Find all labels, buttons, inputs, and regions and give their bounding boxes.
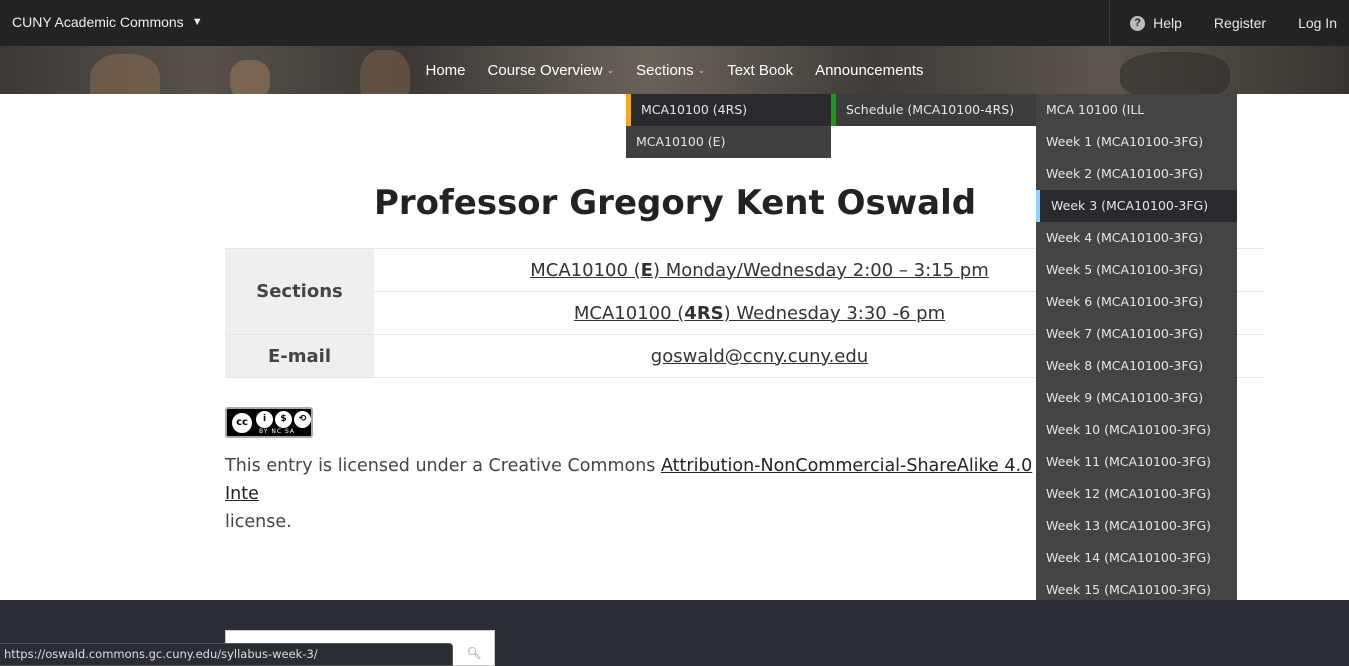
menu-item-mca10100-e[interactable]: MCA10100 (E): [626, 126, 831, 158]
cc-license-badge[interactable]: cc i $ ⟲ BY NC SA: [225, 407, 313, 438]
cc-icon: cc: [230, 410, 254, 435]
main-nav: Home Course Overview ⌄ Sections ⌄ Text Boo…: [0, 46, 1349, 94]
brand-menu[interactable]: CUNY Academic Commons ▼: [12, 14, 203, 30]
search-icon[interactable]: 🔍︎: [455, 640, 493, 666]
menu-item-week[interactable]: Week 10 (MCA10100-3FG): [1036, 414, 1237, 446]
menu-item-week[interactable]: Week 9 (MCA10100-3FG): [1036, 382, 1237, 414]
register-link[interactable]: Register: [1214, 15, 1266, 31]
email-link[interactable]: goswald@ccny.cuny.edu: [651, 346, 868, 367]
menu-item-week[interactable]: Week 11 (MCA10100-3FG): [1036, 446, 1237, 478]
menu-item-week[interactable]: Week 5 (MCA10100-3FG): [1036, 254, 1237, 286]
sections-submenu: Schedule (MCA10100-4RS): [831, 94, 1036, 126]
chevron-down-icon: ⌄: [697, 64, 706, 75]
menu-item-week[interactable]: Week 13 (MCA10100-3FG): [1036, 510, 1237, 542]
menu-item-week[interactable]: Week 4 (MCA10100-3FG): [1036, 222, 1237, 254]
chevron-down-icon: ⌄: [606, 64, 615, 75]
nav-home[interactable]: Home: [426, 62, 466, 79]
cc-badge-label: BY NC SA: [259, 428, 295, 435]
help-icon: ?: [1130, 15, 1146, 31]
sections-header: Sections: [225, 248, 374, 335]
nav-text-book[interactable]: Text Book: [727, 62, 793, 79]
admin-bar: CUNY Academic Commons ▼ ? Help Register …: [0, 0, 1349, 46]
sa-icon: ⟲: [294, 410, 311, 428]
page-title: Professor Gregory Kent Oswald: [373, 183, 977, 223]
menu-item-week[interactable]: Week 8 (MCA10100-3FG): [1036, 350, 1237, 382]
nav-announcements[interactable]: Announcements: [815, 62, 923, 79]
nav-sections[interactable]: Sections ⌄: [636, 62, 705, 79]
nc-icon: $: [275, 410, 292, 428]
caret-down-icon: ▼: [191, 16, 203, 28]
menu-item-week[interactable]: MCA 10100 (ILL: [1036, 94, 1237, 126]
help-label: Help: [1153, 15, 1182, 31]
brand-label: CUNY Academic Commons: [12, 14, 184, 30]
menu-item-week[interactable]: Week 6 (MCA10100-3FG): [1036, 286, 1237, 318]
menu-item-week[interactable]: Week 2 (MCA10100-3FG): [1036, 158, 1237, 190]
license-text: This entry is licensed under a Creative …: [225, 456, 1033, 532]
by-icon: i: [256, 410, 273, 428]
login-link[interactable]: Log In: [1298, 15, 1337, 31]
schedule-submenu: MCA 10100 (ILL Week 1 (MCA10100-3FG) Wee…: [1036, 94, 1237, 606]
menu-item-week[interactable]: Week 1 (MCA10100-3FG): [1036, 126, 1237, 158]
section-e-link[interactable]: MCA10100 (E) Monday/Wednesday 2:00 – 3:1…: [530, 260, 989, 281]
menu-item-week[interactable]: Week 12 (MCA10100-3FG): [1036, 478, 1237, 510]
menu-item-week[interactable]: Week 7 (MCA10100-3FG): [1036, 318, 1237, 350]
section-4rs-link[interactable]: MCA10100 (4RS) Wednesday 3:30 -6 pm: [574, 303, 945, 324]
menu-item-mca10100-4rs[interactable]: MCA10100 (4RS): [626, 94, 831, 126]
menu-item-week-active[interactable]: Week 3 (MCA10100-3FG): [1036, 190, 1237, 222]
menu-item-week[interactable]: Week 14 (MCA10100-3FG): [1036, 542, 1237, 574]
help-link[interactable]: ? Help: [1130, 15, 1182, 31]
admin-bar-right: ? Help Register Log In: [1109, 0, 1349, 46]
sections-dropdown: MCA10100 (4RS) MCA10100 (E): [626, 94, 831, 158]
browser-status-url: https://oswald.commons.gc.cuny.edu/sylla…: [0, 643, 453, 666]
email-header: E-mail: [225, 334, 374, 378]
nav-course-overview[interactable]: Course Overview ⌄: [488, 62, 615, 79]
menu-item-schedule[interactable]: Schedule (MCA10100-4RS): [831, 94, 1036, 126]
